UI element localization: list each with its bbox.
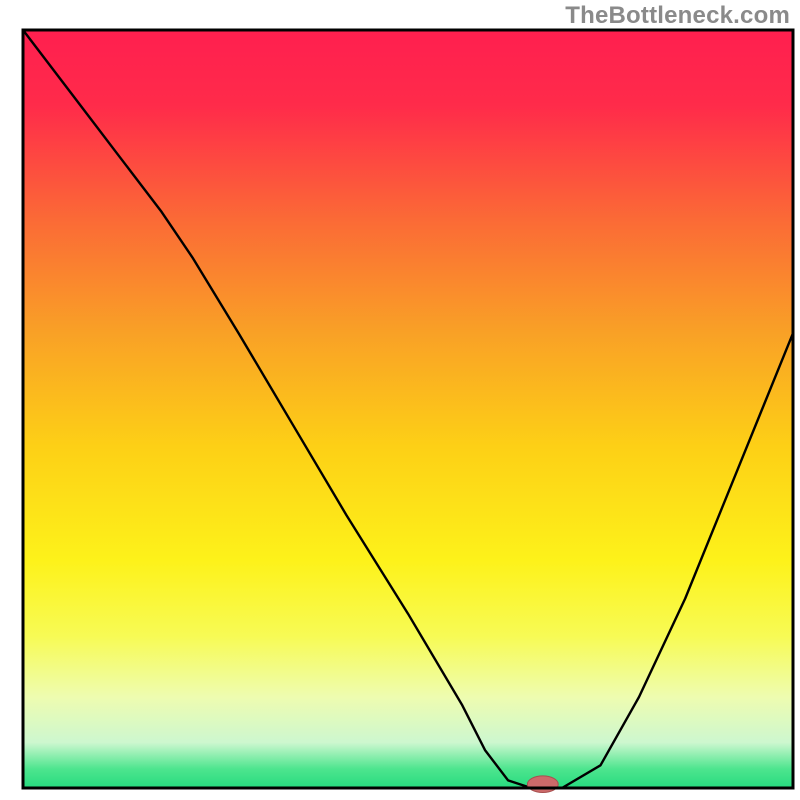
chart-stage: TheBottleneck.com <box>0 0 800 800</box>
optimal-point-marker <box>527 776 558 793</box>
chart-svg <box>0 0 800 800</box>
chart-background <box>23 30 793 788</box>
